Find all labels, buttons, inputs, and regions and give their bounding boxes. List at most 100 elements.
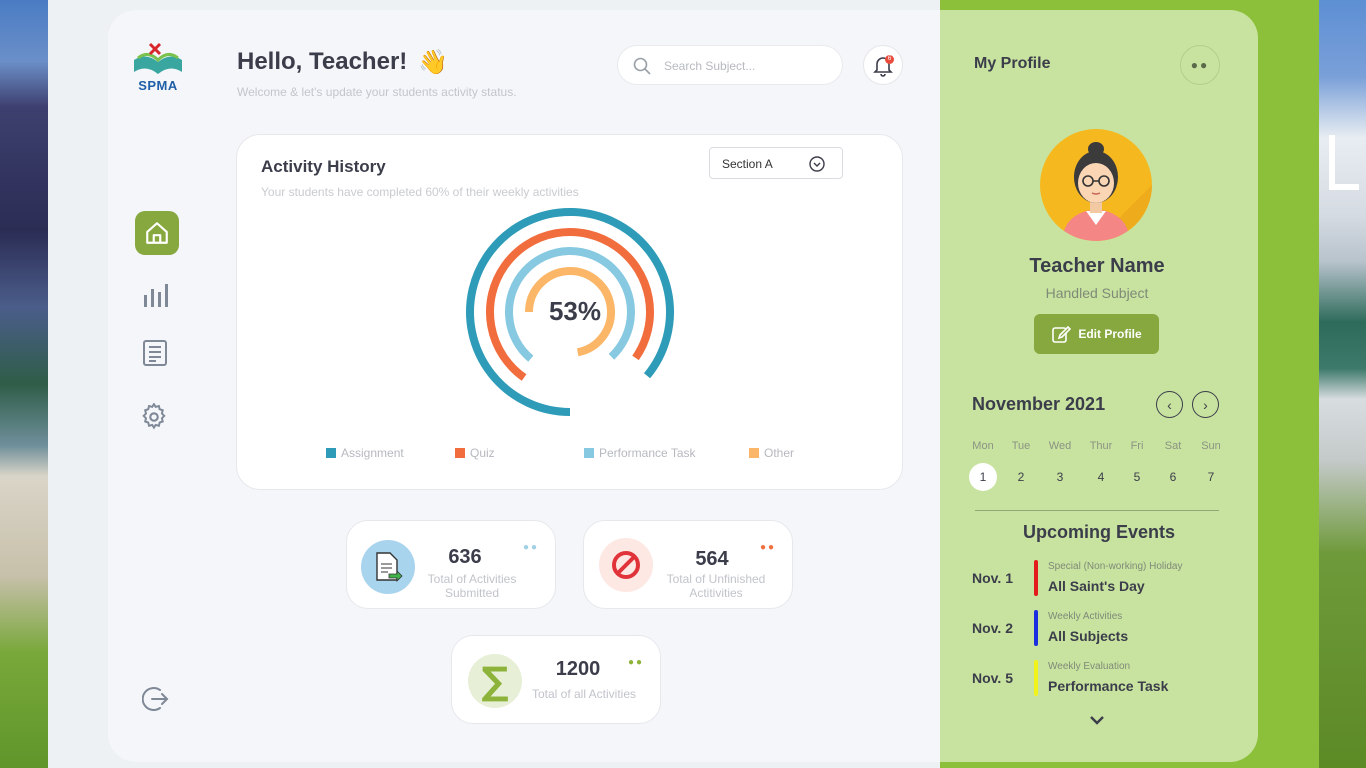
teacher-name: Teacher Name — [1029, 255, 1165, 277]
event-name[interactable]: Performance Task — [1048, 678, 1168, 694]
calendar-day[interactable]: 3 — [1046, 463, 1074, 491]
legend-label: Other — [764, 446, 795, 460]
notification-button[interactable]: 6 — [863, 45, 903, 85]
edit-icon — [1052, 325, 1072, 343]
calendar-day[interactable]: 2 — [1007, 463, 1035, 491]
activity-center-percent: 53% — [548, 296, 602, 326]
calendar-day[interactable]: 7 — [1197, 463, 1225, 491]
chevron-right-icon: › — [1203, 396, 1208, 413]
notification-badge: 6 — [885, 55, 894, 64]
calendar-day[interactable]: 4 — [1087, 463, 1115, 491]
event-date: Nov. 2 — [972, 620, 1013, 636]
weekday-label: Fri — [1130, 440, 1144, 452]
legend-label: Assignment — [341, 446, 404, 460]
logout-button[interactable] — [134, 677, 178, 721]
sigma-icon: ∑ — [481, 659, 509, 703]
total-icon-circle: ∑ — [468, 654, 522, 708]
search-input[interactable] — [664, 56, 834, 76]
events-expand-chevron-icon[interactable] — [1089, 714, 1105, 726]
search-box[interactable] — [617, 45, 843, 85]
greeting-heading: Hello, Teacher! — [237, 48, 408, 75]
background-right-strip — [1319, 0, 1366, 768]
profile-panel — [940, 10, 1258, 762]
submitted-caption: Total of Activities Submitted — [427, 572, 517, 600]
section-dropdown-value: Section A — [722, 157, 773, 171]
nav-home-button[interactable] — [135, 211, 179, 255]
calendar-next-button[interactable]: › — [1192, 391, 1219, 418]
event-date: Nov. 1 — [972, 570, 1013, 586]
my-profile-heading: My Profile — [974, 55, 1051, 72]
event-name[interactable]: All Saint's Day — [1048, 578, 1145, 594]
logo-text: SPMA — [138, 78, 178, 93]
event-date: Nov. 5 — [972, 670, 1013, 686]
legend-performance-task: Performance Task — [584, 446, 696, 460]
event-type: Special (Non-working) Holiday — [1048, 561, 1183, 572]
unfinished-value: 564 — [695, 548, 729, 570]
section-dropdown[interactable]: Section A — [709, 147, 843, 179]
legend-swatch — [326, 448, 336, 458]
calendar-day[interactable]: 5 — [1123, 463, 1151, 491]
total-more-button[interactable]: ●● — [628, 657, 644, 668]
document-icon — [143, 340, 167, 366]
submitted-value: 636 — [448, 546, 482, 568]
calendar-prev-button[interactable]: ‹ — [1156, 391, 1183, 418]
logout-icon — [142, 687, 169, 711]
legend-assignment: Assignment — [326, 446, 404, 460]
calendar-day-selected[interactable]: 1 — [969, 463, 997, 491]
event-type: Weekly Evaluation — [1048, 661, 1131, 672]
upcoming-events-heading: Upcoming Events — [1022, 522, 1176, 542]
activity-history-title: Activity History — [261, 157, 386, 176]
legend-swatch — [749, 448, 759, 458]
nav-documents-button[interactable] — [133, 331, 177, 375]
chevron-left-icon: ‹ — [1167, 396, 1172, 413]
submitted-icon-circle — [361, 540, 415, 594]
total-caption: Total of all Activities — [531, 687, 637, 701]
bar-chart-icon — [144, 284, 168, 307]
calendar-month: November 2021 — [972, 394, 1106, 414]
greeting-subtitle: Welcome & let's update your students act… — [237, 85, 517, 99]
weekday-label: Sat — [1164, 440, 1182, 452]
weekday-label: Mon — [972, 440, 994, 452]
school-logo: SPMA — [130, 40, 186, 94]
legend-label: Performance Task — [599, 446, 696, 460]
activity-history-subtitle: Your students have completed 60% of thei… — [261, 185, 579, 199]
legend-swatch — [584, 448, 594, 458]
nav-settings-button[interactable] — [132, 395, 176, 439]
stat-card-unfinished: 564 Total of Unfinished Actitivities ●● — [583, 520, 793, 609]
total-value: 1200 — [555, 658, 601, 680]
stat-card-submitted: 636 Total of Activities Submitted ●● — [346, 520, 556, 609]
background-left-strip — [0, 0, 48, 768]
event-type: Weekly Activities — [1048, 611, 1123, 622]
event-color-bar — [1034, 660, 1038, 696]
event-color-bar — [1034, 610, 1038, 646]
wave-emoji: 👋 — [418, 49, 448, 76]
document-submit-icon — [376, 552, 403, 582]
legend-quiz: Quiz — [455, 446, 495, 460]
search-icon — [633, 57, 651, 75]
stat-card-total: ∑ 1200 Total of all Activities ●● — [451, 635, 661, 724]
handled-subject: Handled Subject — [1045, 285, 1149, 301]
event-name[interactable]: All Subjects — [1048, 628, 1128, 644]
calendar-divider — [975, 510, 1219, 511]
edit-profile-label: Edit Profile — [1078, 327, 1142, 341]
gear-icon — [142, 403, 166, 430]
edit-profile-button[interactable]: Edit Profile — [1034, 314, 1159, 354]
unfinished-icon-circle — [599, 538, 653, 592]
chevron-down-icon — [809, 156, 825, 172]
legend-label: Quiz — [470, 446, 495, 460]
avatar — [1040, 129, 1152, 241]
calendar-day[interactable]: 6 — [1159, 463, 1187, 491]
teacher-avatar-illustration — [1062, 142, 1152, 241]
event-color-bar — [1034, 560, 1038, 596]
weekday-label: Sun — [1201, 440, 1221, 452]
profile-more-button[interactable]: ●● — [1180, 45, 1220, 85]
home-icon — [146, 222, 168, 244]
unfinished-caption: Total of Unfinished Actitivities — [666, 572, 766, 600]
submitted-more-button[interactable]: ●● — [523, 542, 539, 553]
prohibited-icon — [612, 551, 640, 579]
legend-swatch — [455, 448, 465, 458]
nav-analytics-button[interactable] — [134, 272, 178, 316]
unfinished-more-button[interactable]: ●● — [760, 542, 776, 553]
legend-other: Other — [749, 446, 794, 460]
weekday-label: Thur — [1089, 440, 1113, 452]
